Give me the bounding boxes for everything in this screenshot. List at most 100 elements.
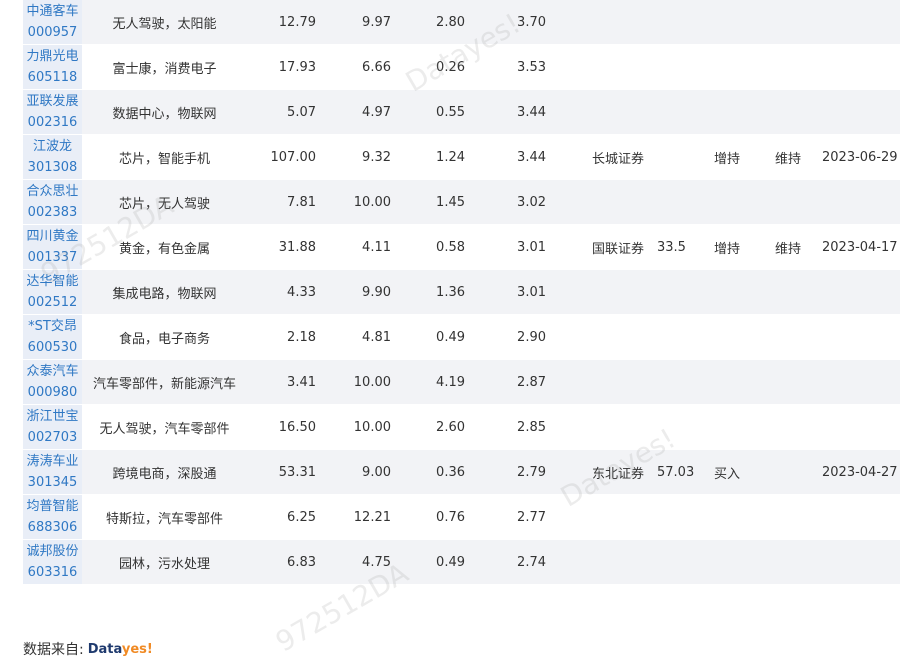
rating-cell: 增持: [714, 241, 741, 257]
rating-change-cell: [775, 450, 815, 494]
stock-name-link[interactable]: 亚联发展: [26, 91, 78, 112]
stock-code-link[interactable]: 688306: [28, 517, 78, 538]
table-row: 江波龙 301308 芯片，智能手机 107.00 9.32 1.24 3.44…: [23, 135, 900, 180]
stock-code-link[interactable]: 001337: [28, 247, 78, 268]
date-cell: 2023-06-29: [822, 149, 898, 165]
stock-cell[interactable]: *ST交昂 600530: [23, 315, 82, 359]
price-cell: 31.88: [278, 239, 316, 255]
broker-cell: [592, 315, 652, 359]
stock-code-link[interactable]: 002316: [28, 112, 78, 133]
rating-cell: [714, 315, 754, 359]
stock-name-link[interactable]: 江波龙: [33, 136, 72, 157]
data-source-footer: 数据来自: Datayes!: [23, 639, 153, 659]
stock-cell[interactable]: 合众思壮 002383: [23, 180, 82, 224]
stock-code-link[interactable]: 002383: [28, 202, 78, 223]
rating-cell: [714, 495, 754, 539]
date-cell: [822, 315, 900, 359]
stock-name-link[interactable]: 合众思壮: [26, 181, 78, 202]
stock-cell[interactable]: 诚邦股份 603316: [23, 540, 82, 584]
concept-cell: 无人驾驶，汽车零部件: [99, 421, 230, 437]
stock-name-link[interactable]: 四川黄金: [26, 226, 78, 247]
value-cell-b: 0.49: [436, 329, 465, 345]
stock-code-link[interactable]: 600530: [28, 337, 78, 358]
price-cell: 7.81: [287, 194, 316, 210]
stock-cell[interactable]: 众泰汽车 000980: [23, 360, 82, 404]
date-cell: [822, 90, 900, 134]
broker-cell: 国联证券: [592, 241, 645, 257]
stock-name-link[interactable]: 众泰汽车: [26, 361, 78, 382]
concept-cell: 集成电路，物联网: [112, 286, 217, 302]
stock-cell[interactable]: 中通客车 000957: [23, 0, 82, 44]
value-cell-a: 12.21: [353, 509, 391, 525]
stock-cell[interactable]: 涛涛车业 301345: [23, 450, 82, 494]
stock-code-link[interactable]: 002703: [28, 427, 78, 448]
stock-code-link[interactable]: 605118: [28, 67, 78, 88]
stock-code-link[interactable]: 301308: [28, 157, 78, 178]
price-cell: 17.93: [278, 59, 316, 75]
rating-change-cell: 维持: [775, 151, 802, 167]
broker-cell: [592, 90, 652, 134]
date-cell: 2023-04-17: [822, 239, 898, 255]
stock-cell[interactable]: 四川黄金 001337: [23, 225, 82, 269]
concept-cell: 园林，污水处理: [118, 556, 210, 572]
broker-cell: [592, 495, 652, 539]
rating-change-cell: [775, 45, 815, 89]
value-cell-b: 0.26: [436, 59, 465, 75]
target-price-cell: [657, 315, 697, 359]
rating-cell: [714, 540, 754, 584]
date-cell: [822, 360, 900, 404]
value-cell-b: 4.19: [436, 374, 465, 390]
value-cell-c: 3.44: [517, 104, 546, 120]
broker-cell: [592, 405, 652, 449]
stock-cell[interactable]: 江波龙 301308: [23, 135, 82, 179]
stock-cell[interactable]: 亚联发展 002316: [23, 90, 82, 134]
target-price-cell: [657, 360, 697, 404]
date-cell: [822, 180, 900, 224]
rating-cell: [714, 90, 754, 134]
price-cell: 16.50: [278, 419, 316, 435]
stock-code-link[interactable]: 301345: [28, 472, 78, 493]
stock-cell[interactable]: 达华智能 002512: [23, 270, 82, 314]
stock-code-link[interactable]: 002512: [28, 292, 78, 313]
price-cell: 2.18: [287, 329, 316, 345]
stock-name-link[interactable]: 浙江世宝: [26, 406, 78, 427]
stock-cell[interactable]: 力鼎光电 605118: [23, 45, 82, 89]
concept-cell: 芯片，智能手机: [118, 151, 210, 167]
concept-cell: 数据中心，物联网: [112, 106, 217, 122]
rating-cell: [714, 360, 754, 404]
price-cell: 53.31: [278, 464, 316, 480]
rating-change-cell: [775, 360, 815, 404]
stock-name-link[interactable]: 力鼎光电: [26, 46, 78, 67]
broker-cell: [592, 360, 652, 404]
target-price-cell: [657, 180, 697, 224]
value-cell-c: 2.77: [517, 509, 546, 525]
stock-name-link[interactable]: 达华智能: [26, 271, 78, 292]
value-cell-a: 4.81: [362, 329, 391, 345]
concept-cell: 芯片，无人驾驶: [118, 196, 210, 212]
value-cell-c: 2.90: [517, 329, 546, 345]
date-cell: [822, 0, 900, 44]
stock-name-link[interactable]: 诚邦股份: [26, 541, 78, 562]
stock-code-link[interactable]: 000980: [28, 382, 78, 403]
rating-cell: [714, 180, 754, 224]
target-price-cell: [657, 0, 697, 44]
stock-name-link[interactable]: 涛涛车业: [26, 451, 78, 472]
broker-cell: 长城证券: [592, 151, 645, 167]
table-row: 浙江世宝 002703 无人驾驶，汽车零部件 16.50 10.00 2.60 …: [23, 405, 900, 450]
value-cell-b: 0.58: [436, 239, 465, 255]
value-cell-a: 9.97: [362, 14, 391, 30]
broker-cell: [592, 270, 652, 314]
stock-name-link[interactable]: *ST交昂: [28, 316, 77, 337]
value-cell-b: 0.49: [436, 554, 465, 570]
price-cell: 5.07: [287, 104, 316, 120]
rating-cell: [714, 0, 754, 44]
stock-cell[interactable]: 浙江世宝 002703: [23, 405, 82, 449]
stock-cell[interactable]: 均普智能 688306: [23, 495, 82, 539]
rating-change-cell: [775, 180, 815, 224]
stock-code-link[interactable]: 603316: [28, 562, 78, 583]
value-cell-a: 10.00: [353, 374, 391, 390]
stock-name-link[interactable]: 均普智能: [26, 496, 78, 517]
stock-code-link[interactable]: 000957: [28, 22, 78, 43]
datayes-logo: Datayes!: [87, 641, 153, 657]
stock-name-link[interactable]: 中通客车: [26, 1, 78, 22]
